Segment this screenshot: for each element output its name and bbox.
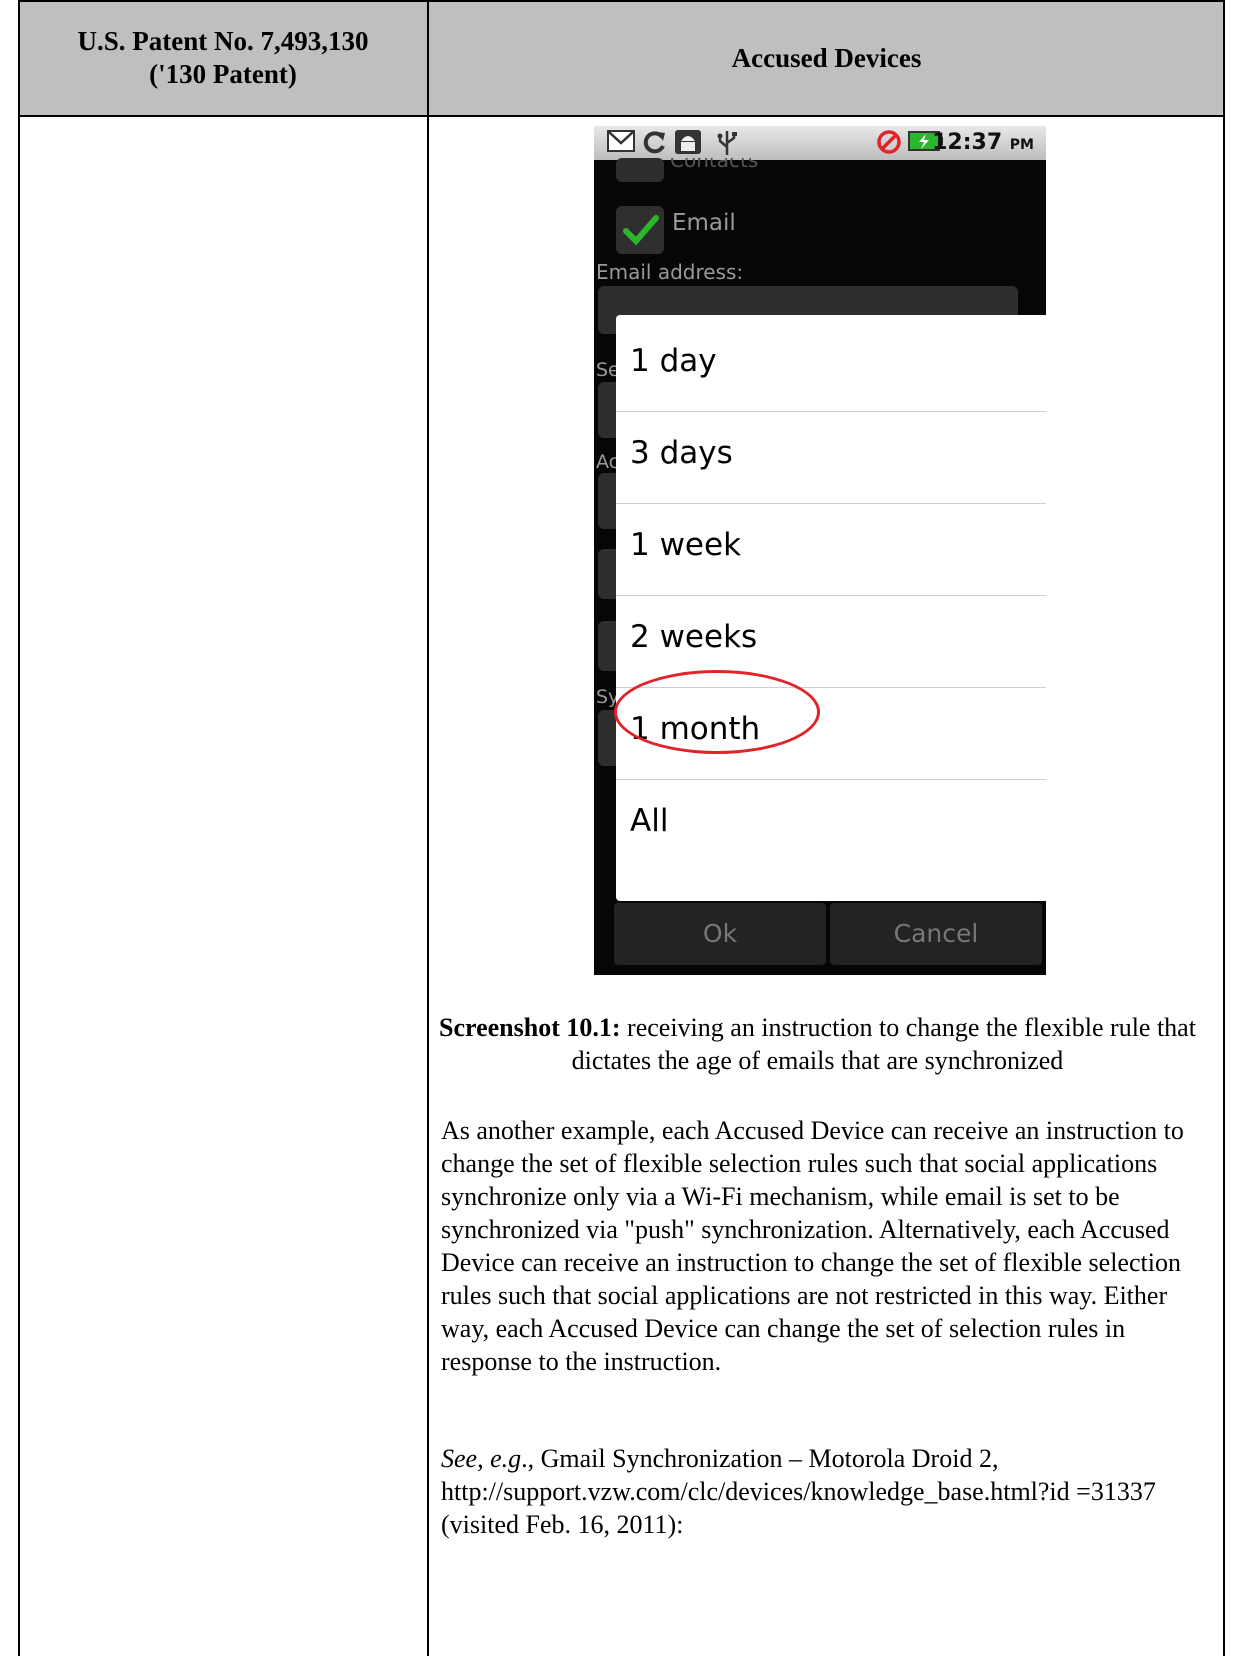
bg-email-address-label: Email address:: [596, 260, 744, 284]
sync-icon: [642, 129, 668, 155]
option-label: 1 week: [630, 527, 742, 563]
gmail-icon: [607, 129, 635, 155]
citation-text: ., Gmail Synchronization – Motorola Droi…: [441, 1444, 1156, 1539]
option-3-days[interactable]: 3 days: [616, 407, 1046, 504]
citation-paragraph: See, e.g., Gmail Synchronization – Motor…: [441, 1442, 1211, 1541]
table-border-right: [1223, 0, 1225, 1656]
option-1-day[interactable]: 1 day: [616, 315, 1046, 412]
option-label: All: [630, 803, 669, 839]
email-checkbox[interactable]: [616, 206, 664, 254]
citation-signal: See, e.g: [441, 1444, 522, 1473]
usb-icon: [716, 129, 738, 155]
header-patent-label: U.S. Patent No. 7,493,130 ('130 Patent): [77, 26, 369, 89]
option-1-week[interactable]: 1 week: [616, 499, 1046, 596]
status-time-ampm: PM: [1009, 137, 1034, 153]
caption-text: receiving an instruction to change the f…: [571, 1013, 1196, 1075]
body-paragraph: As another example, each Accused Device …: [441, 1116, 1184, 1376]
caption-label: Screenshot 10.1:: [439, 1013, 621, 1042]
table-border-left: [18, 0, 20, 1656]
status-time-value: 12:37: [932, 130, 1003, 155]
status-time: 12:37 PM: [932, 128, 1034, 160]
screenshot-caption: Screenshot 10.1: receiving an instructio…: [428, 1011, 1207, 1077]
no-signal-icon: [876, 129, 902, 155]
option-label: 1 day: [630, 343, 717, 379]
option-label: 3 days: [630, 435, 733, 471]
status-bar: 12:37 PM: [594, 126, 1046, 160]
header-accused-devices-column: Accused Devices: [428, 0, 1225, 116]
column-divider: [427, 0, 429, 1656]
bg-email-label: Email: [672, 210, 736, 236]
bg-contacts-checkbox: [616, 158, 664, 182]
highlight-circle-annotation: [614, 670, 820, 754]
header-patent-column: U.S. Patent No. 7,493,130 ('130 Patent): [18, 0, 428, 116]
header-accused-devices-label: Accused Devices: [731, 42, 922, 73]
option-all[interactable]: All: [616, 775, 1046, 871]
android-debug-icon: [674, 129, 702, 155]
option-label: 2 weeks: [630, 619, 758, 655]
cancel-button[interactable]: Cancel: [830, 903, 1042, 965]
phone-screenshot: 12:37 PM Contacts Email Email address: S…: [594, 126, 1046, 975]
ok-button[interactable]: Ok: [614, 903, 826, 965]
sync-age-dialog: 1 day 3 days 1 week 2 weeks 1 month All: [616, 315, 1046, 901]
